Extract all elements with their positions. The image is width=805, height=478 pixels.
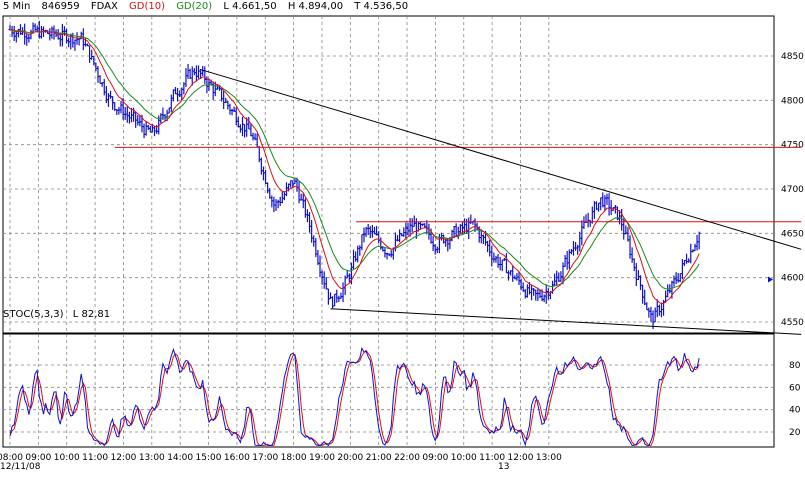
trend-line bbox=[330, 308, 802, 335]
y-tick-label: 4600 bbox=[781, 274, 804, 284]
y-tick-label: 4850 bbox=[781, 52, 804, 62]
x-tick-label: 22:00 bbox=[394, 453, 420, 463]
stoch-panel-frame bbox=[2, 333, 775, 448]
x-tick-label: 15:00 bbox=[196, 453, 222, 463]
x-tick-label: 16:00 bbox=[224, 453, 250, 463]
stoch-y-tick-label: 20 bbox=[789, 428, 801, 438]
ma-gd20-line bbox=[9, 29, 700, 290]
x-tick-label: 13:00 bbox=[139, 453, 165, 463]
x-tick-label: 20:00 bbox=[337, 453, 363, 463]
x-tick-label: 12:00 bbox=[508, 453, 534, 463]
x-tick-label: 17:00 bbox=[252, 453, 278, 463]
price-panel-frame bbox=[2, 15, 775, 334]
stoch-y-tick-label: 40 bbox=[789, 406, 801, 416]
y-tick-label: 4800 bbox=[781, 96, 804, 106]
x-tick-label: 12:00 bbox=[110, 453, 136, 463]
stoch-y-tick-label: 60 bbox=[789, 383, 801, 393]
y-tick-label: 4550 bbox=[781, 318, 804, 328]
y-tick-label: 4650 bbox=[781, 229, 804, 239]
stoch-k-line bbox=[9, 346, 700, 447]
x-tick-label: 18:00 bbox=[281, 453, 307, 463]
x-tick-label: 13:00 bbox=[536, 453, 562, 463]
y-tick-label: 4700 bbox=[781, 185, 804, 195]
x-tick-label: 14:00 bbox=[167, 453, 193, 463]
x-tick-label: 10:00 bbox=[54, 453, 80, 463]
start-date: 12/11/08 bbox=[0, 462, 41, 472]
x-tick-label: 19:00 bbox=[309, 453, 335, 463]
mid-date: 13 bbox=[498, 462, 510, 472]
y-tick-label: 4750 bbox=[781, 141, 804, 151]
ma-gd10-line bbox=[9, 29, 700, 305]
stoch-y-tick-label: 80 bbox=[789, 361, 801, 371]
price-chart[interactable]: 08:0009:0010:0011:0012:0013:0014:0015:00… bbox=[0, 0, 805, 478]
x-tick-label: 21:00 bbox=[366, 453, 392, 463]
x-tick-label: 10:00 bbox=[451, 453, 477, 463]
x-tick-label: 11:00 bbox=[82, 453, 108, 463]
x-tick-label: 09:00 bbox=[422, 453, 448, 463]
